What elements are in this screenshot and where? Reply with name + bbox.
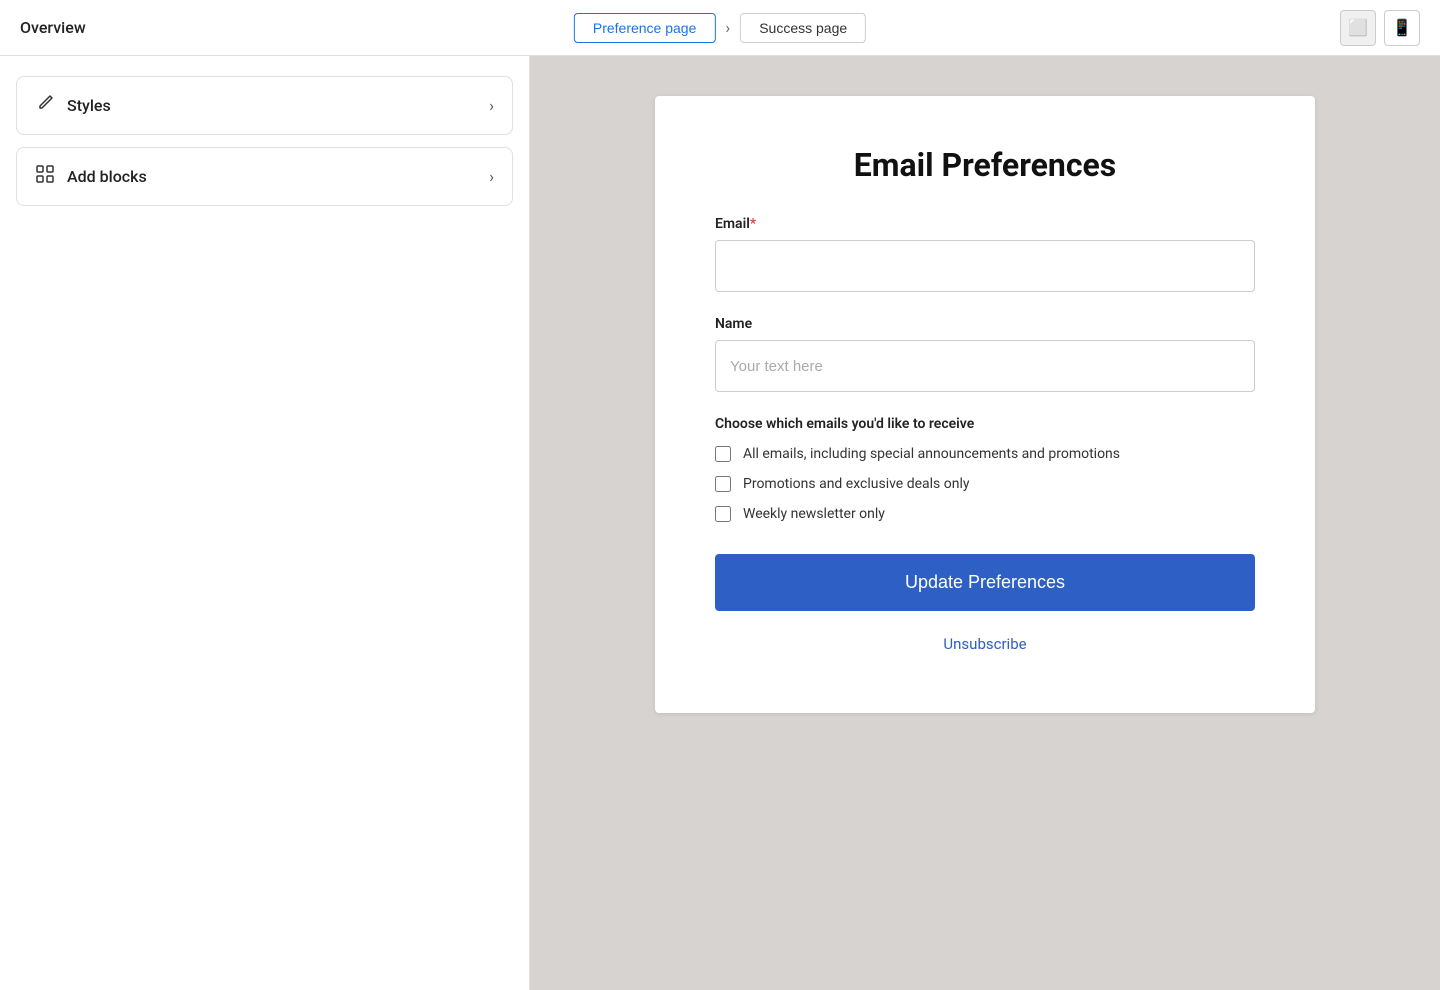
styles-label: Styles xyxy=(67,96,111,115)
list-item: Promotions and exclusive deals only xyxy=(715,476,1255,492)
checkbox-newsletter-label[interactable]: Weekly newsletter only xyxy=(743,506,885,522)
checkbox-newsletter[interactable] xyxy=(715,506,731,522)
checkbox-promotions[interactable] xyxy=(715,476,731,492)
success-page-tab[interactable]: Success page xyxy=(740,13,866,43)
app-header: Overview Preference page › Success page … xyxy=(0,0,1440,56)
checkbox-section-label: Choose which emails you'd like to receiv… xyxy=(715,416,1255,432)
mobile-view-button[interactable]: 📱 xyxy=(1384,10,1420,46)
checkbox-promotions-label[interactable]: Promotions and exclusive deals only xyxy=(743,476,969,492)
chevron-icon: › xyxy=(725,18,730,37)
main-layout: Styles › Add blocks › Email xyxy=(0,56,1440,990)
unsubscribe-link[interactable]: Unsubscribe xyxy=(715,635,1255,653)
add-blocks-icon xyxy=(35,164,55,189)
checkbox-all-emails[interactable] xyxy=(715,446,731,462)
form-title: Email Preferences xyxy=(715,146,1255,184)
sidebar-item-add-blocks[interactable]: Add blocks › xyxy=(16,147,513,206)
update-preferences-button[interactable]: Update Preferences xyxy=(715,554,1255,611)
form-card: Email Preferences Email* Name Choose whi… xyxy=(655,96,1315,713)
desktop-view-button[interactable]: ⬜ xyxy=(1340,10,1376,46)
required-star: * xyxy=(750,216,756,232)
styles-chevron-icon: › xyxy=(489,96,494,115)
email-label: Email* xyxy=(715,216,1255,232)
desktop-icon: ⬜ xyxy=(1348,18,1368,38)
checkbox-all-emails-label[interactable]: All emails, including special announceme… xyxy=(743,446,1120,462)
add-blocks-chevron-icon: › xyxy=(489,167,494,186)
device-toggle-group: ⬜ 📱 xyxy=(1340,10,1420,46)
email-form-group: Email* xyxy=(715,216,1255,292)
mobile-icon: 📱 xyxy=(1392,18,1412,38)
list-item: Weekly newsletter only xyxy=(715,506,1255,522)
preference-page-tab[interactable]: Preference page xyxy=(574,13,716,43)
sidebar: Styles › Add blocks › xyxy=(0,56,530,990)
name-input[interactable] xyxy=(715,340,1255,392)
add-blocks-label: Add blocks xyxy=(67,167,147,186)
styles-icon xyxy=(35,93,55,118)
checkbox-group: All emails, including special announceme… xyxy=(715,446,1255,522)
list-item: All emails, including special announceme… xyxy=(715,446,1255,462)
name-form-group: Name xyxy=(715,316,1255,392)
page-tabs: Preference page › Success page xyxy=(574,13,866,43)
name-label: Name xyxy=(715,316,1255,332)
checkbox-section: Choose which emails you'd like to receiv… xyxy=(715,416,1255,522)
sidebar-item-styles[interactable]: Styles › xyxy=(16,76,513,135)
content-area: Email Preferences Email* Name Choose whi… xyxy=(530,56,1440,990)
overview-label: Overview xyxy=(20,18,86,37)
email-input[interactable] xyxy=(715,240,1255,292)
